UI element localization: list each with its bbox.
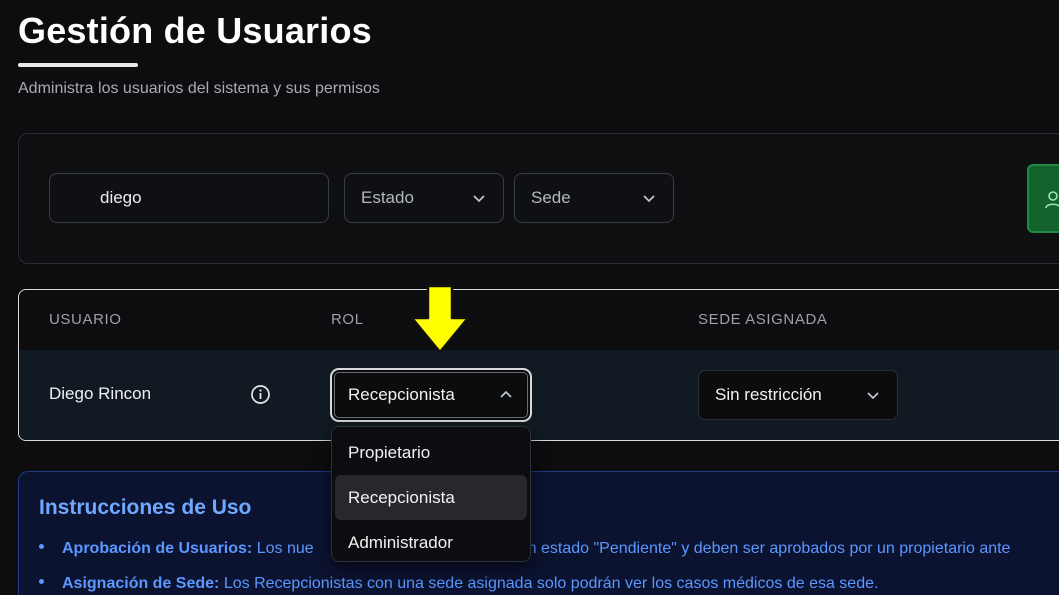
- instruction-label: Asignación de Sede:: [62, 575, 220, 592]
- instruction-text: Los nue: [252, 540, 314, 557]
- sede-assign-value: Sin restricción: [715, 385, 822, 404]
- role-select-value: Recepcionista: [348, 385, 455, 404]
- chevron-up-icon: [500, 390, 512, 398]
- estado-select[interactable]: Estado: [344, 173, 504, 223]
- column-header-sede: SEDE ASIGNADA: [698, 311, 828, 328]
- title-underline: [18, 63, 138, 67]
- instruction-item: Asignación de Sede: Los Recepcionistas c…: [39, 575, 878, 593]
- chevron-down-icon: [473, 195, 485, 203]
- chevron-down-icon: [867, 392, 879, 400]
- column-header-rol: ROL: [331, 311, 364, 328]
- sede-select[interactable]: Sede: [514, 173, 674, 223]
- dropdown-option-recepcionista[interactable]: Recepcionista: [335, 475, 527, 520]
- bullet-dot: [39, 579, 44, 585]
- sede-assign-select[interactable]: Sin restricción: [698, 370, 898, 420]
- instruction-label: Aprobación de Usuarios:: [62, 540, 253, 557]
- instructions-title: Instrucciones de Uso: [39, 496, 252, 519]
- add-user-button[interactable]: [1027, 164, 1059, 233]
- page-subtitle: Administra los usuarios del sistema y su…: [18, 80, 380, 97]
- info-icon[interactable]: [250, 384, 271, 405]
- dropdown-option-propietario[interactable]: Propietario: [335, 430, 527, 475]
- user-name: Diego Rincon: [49, 384, 152, 403]
- sede-select-label: Sede: [531, 188, 571, 207]
- chevron-down-icon: [643, 195, 655, 203]
- dropdown-option-administrador[interactable]: Administrador: [335, 520, 527, 565]
- instruction-text: Los Recepcionistas con una sede asignada…: [219, 575, 879, 592]
- table-row: [19, 350, 1059, 440]
- instruction-text-after: n estado "Pendiente" y deben ser aprobad…: [527, 540, 1011, 557]
- page-title: Gestión de Usuarios: [18, 10, 372, 51]
- role-select[interactable]: Recepcionista: [330, 368, 532, 422]
- column-header-usuario: USUARIO: [49, 311, 122, 328]
- role-dropdown-menu: Propietario Recepcionista Administrador: [331, 426, 531, 562]
- user-add-icon: [1045, 191, 1059, 209]
- bullet-dot: [39, 544, 44, 550]
- search-input[interactable]: [49, 173, 329, 223]
- arrow-down-icon: [410, 284, 470, 354]
- estado-select-label: Estado: [361, 188, 414, 207]
